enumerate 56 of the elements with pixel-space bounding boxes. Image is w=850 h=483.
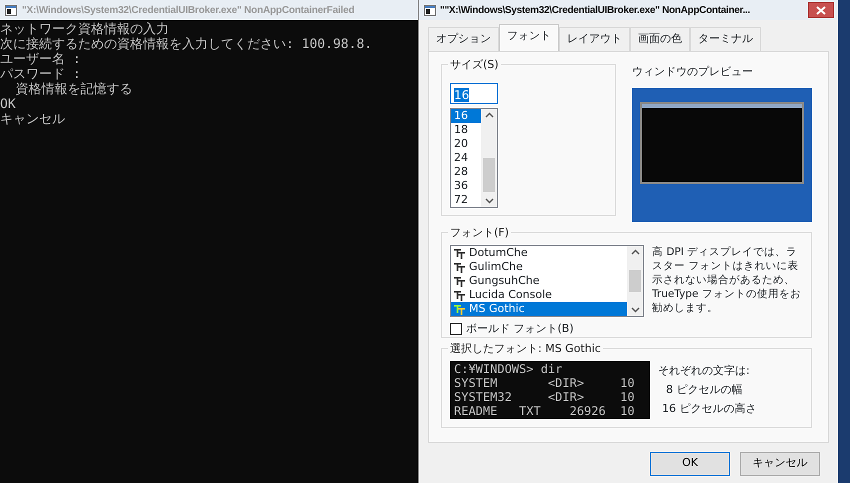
scrollbar[interactable]: [627, 246, 643, 316]
list-item[interactable]: GulimChe: [451, 260, 627, 274]
close-icon: [816, 6, 826, 14]
truetype-icon: [454, 276, 465, 286]
cancel-button[interactable]: キャンセル: [740, 452, 820, 476]
app-icon: [5, 4, 17, 16]
close-button[interactable]: [808, 2, 834, 18]
group-label: サイズ(S): [448, 56, 501, 73]
list-item[interactable]: DotumChe: [451, 246, 627, 260]
tab[interactable]: 画面の色: [630, 27, 690, 50]
scrollbar-thumb[interactable]: [483, 158, 495, 192]
ok-button[interactable]: OK: [650, 452, 730, 476]
sample-line: SYSTEM32 <DIR> 10: [454, 390, 636, 404]
list-item[interactable]: 20: [451, 136, 481, 150]
console-line: OK: [0, 97, 17, 112]
list-item[interactable]: 24: [451, 150, 481, 164]
console-line: ネットワーク資格情報の入力: [0, 22, 170, 37]
sample-line: C:¥WINDOWS> dir: [454, 362, 564, 376]
list-item[interactable]: 16: [451, 108, 481, 122]
console-line: 資格情報を記憶する: [16, 82, 134, 97]
window-title: "X:\Windows\System32\CredentialUIBroker.exe" NonAppContainerFailed: [22, 4, 354, 18]
tab[interactable]: フォント: [499, 24, 559, 50]
tab[interactable]: ターミナル: [690, 27, 761, 50]
sample-line: SYSTEM <DIR> 10: [454, 376, 636, 390]
app-icon: [424, 4, 436, 16]
preview-label: ウィンドウのプレビュー: [632, 64, 754, 80]
size-input[interactable]: 16: [450, 82, 498, 104]
tab[interactable]: レイアウト: [559, 27, 630, 50]
size-list[interactable]: 16 18 20 24 28 36 72: [450, 108, 498, 208]
truetype-icon: [454, 262, 465, 272]
list-item[interactable]: GungsuhChe: [451, 274, 627, 288]
list-item[interactable]: Lucida Console: [451, 288, 627, 302]
checkbox-label[interactable]: ボールド フォント(B): [466, 321, 574, 338]
font-list[interactable]: DotumChe GulimChe GungsuhChe Lucida Console MS Gothic: [450, 245, 644, 317]
console-line: パスワード :: [0, 67, 82, 82]
sample-line: README TXT 26926 10: [454, 404, 636, 418]
list-item[interactable]: 28: [451, 164, 481, 178]
console-line: 次に接続するための資格情報を入力してください: 100.98.8.: [0, 37, 374, 52]
truetype-icon: [454, 248, 465, 258]
console-line: ユーザー名 :: [0, 52, 82, 67]
height-text: 16 ピクセルの高さ: [661, 401, 756, 417]
list-item[interactable]: 72: [451, 192, 481, 206]
list-item[interactable]: 36: [451, 178, 481, 192]
checkbox[interactable]: [450, 323, 462, 336]
list-item[interactable]: MS Gothic: [451, 302, 627, 316]
console-line: キャンセル: [0, 112, 66, 127]
scrollbar[interactable]: [481, 108, 497, 206]
note-text: 高 DPI ディスプレイでは、ラスター フォントはきれいに表示されない場合があるため、TrueType フォントの使用をお勧めします。: [652, 245, 802, 316]
truetype-icon: [454, 304, 465, 314]
width-text: 8 ピクセルの幅: [665, 382, 744, 398]
scrollbar-thumb[interactable]: [629, 270, 641, 292]
tab[interactable]: オプション: [428, 27, 499, 50]
info-label: それぞれの文字は:: [658, 363, 751, 379]
truetype-icon: [454, 290, 465, 300]
window-title: ""X:\Windows\System32\CredentialUIBroker.exe" NonAppContainer...: [440, 4, 750, 18]
list-item[interactable]: 18: [451, 122, 481, 136]
